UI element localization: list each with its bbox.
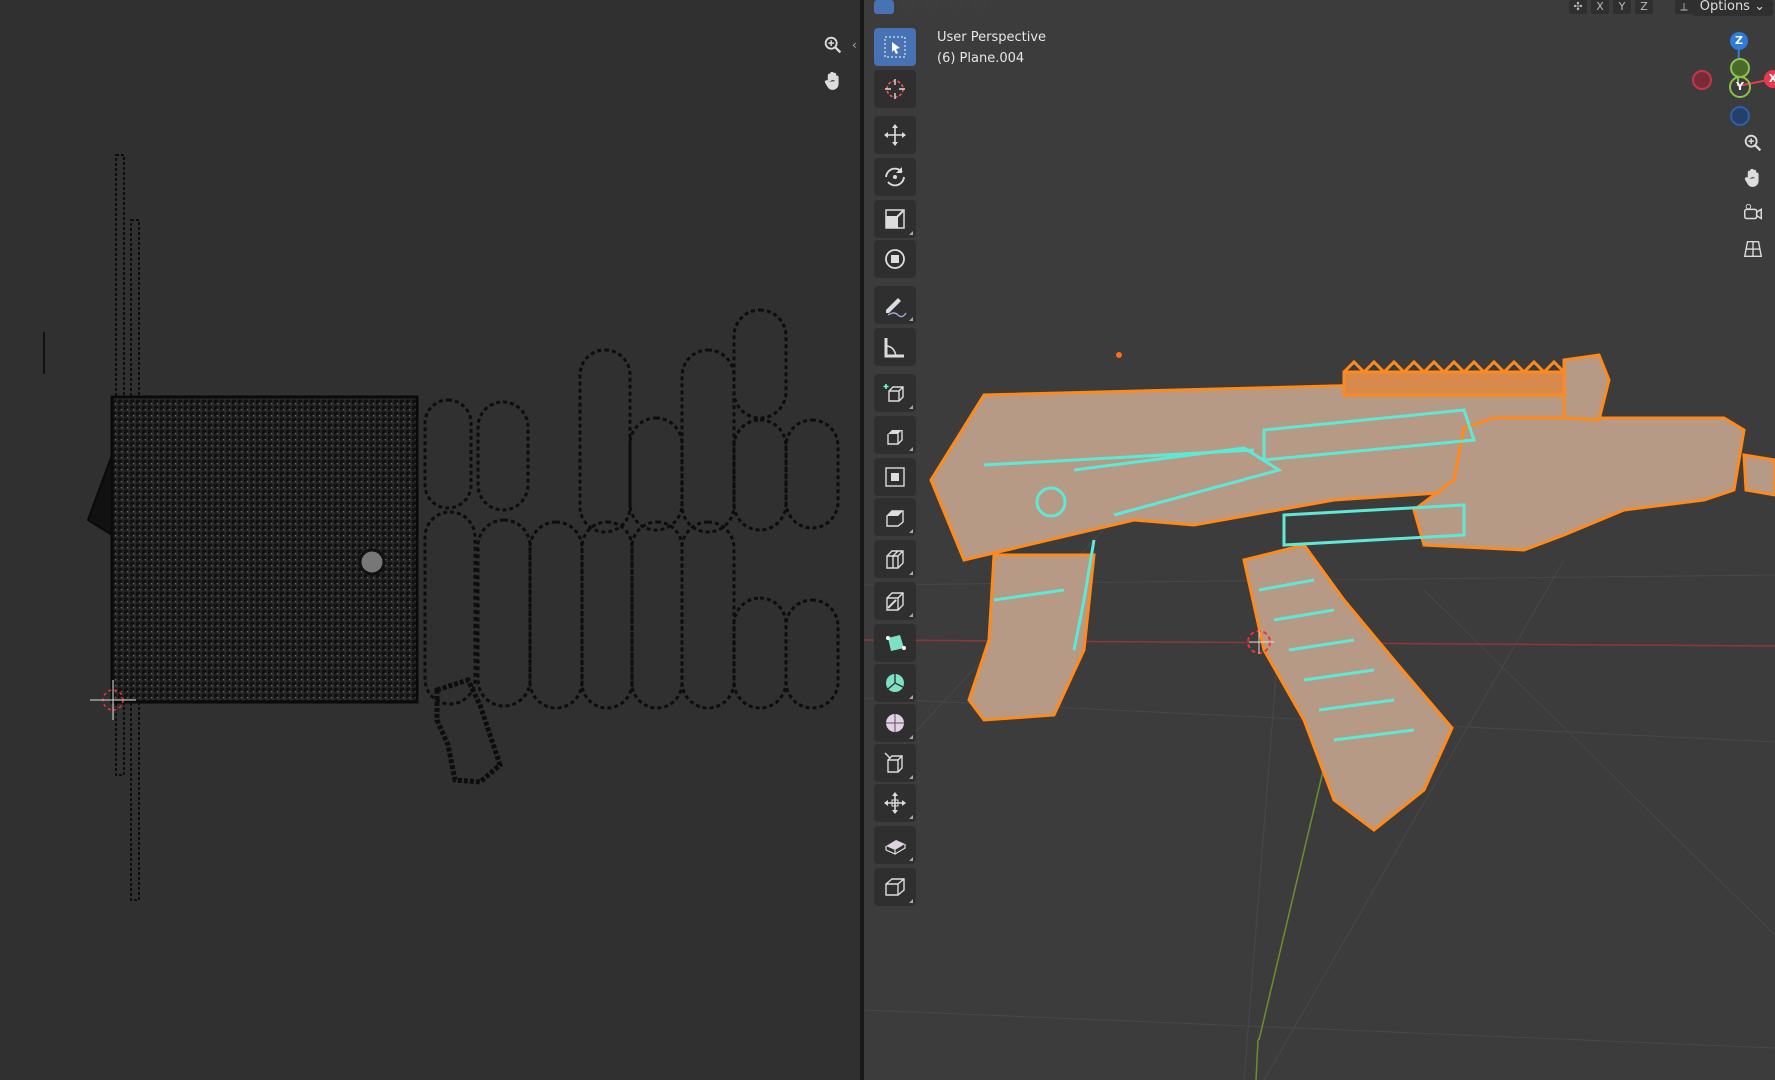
tool-inset[interactable] xyxy=(874,458,916,496)
viewport-scene[interactable] xyxy=(864,0,1775,1080)
rotate-icon xyxy=(885,167,905,187)
move-icon xyxy=(884,124,906,146)
tool-rip-region[interactable] xyxy=(874,868,916,906)
smooth-sphere-icon xyxy=(886,714,904,732)
hand-pan-icon xyxy=(1744,168,1759,187)
cursor-arrow-icon xyxy=(884,36,906,58)
inset-faces-icon xyxy=(885,467,905,487)
gizmo-neg-z-axis[interactable] xyxy=(1730,106,1750,126)
tool-edge-slide[interactable] xyxy=(874,744,916,782)
perspective-toggle-button[interactable] xyxy=(1736,232,1770,266)
camera-view-button[interactable] xyxy=(1736,196,1770,230)
tool-bevel[interactable] xyxy=(874,498,916,536)
tool-annotate[interactable] xyxy=(874,286,916,324)
hand-pan-icon xyxy=(824,71,839,90)
transform-icon xyxy=(885,249,905,269)
tool-move[interactable] xyxy=(874,116,916,154)
rip-region-icon xyxy=(885,878,905,896)
tool-smooth[interactable] xyxy=(874,704,916,742)
tool-add-cube[interactable] xyxy=(874,374,916,412)
gizmo-y-axis[interactable]: Y xyxy=(1729,76,1751,98)
tool-shear[interactable] xyxy=(874,826,916,864)
viewport-pan-button[interactable] xyxy=(1736,161,1770,195)
select-extend-button[interactable] xyxy=(898,0,918,14)
gizmo-x-axis[interactable]: X xyxy=(1764,70,1775,88)
uv-islands-canvas[interactable] xyxy=(0,0,860,1080)
poly-build-icon xyxy=(886,635,906,651)
edge-slide-icon xyxy=(884,752,903,773)
snap-icon[interactable]: ⟂ xyxy=(1675,0,1693,14)
uv-zoom-button[interactable] xyxy=(816,28,850,62)
spin-icon xyxy=(886,674,904,692)
view-name: User Perspective xyxy=(937,30,1047,45)
tool-poly-build[interactable] xyxy=(874,624,916,662)
grid-perspective-icon xyxy=(1743,240,1763,258)
select-mode-buttons xyxy=(874,0,990,14)
uv-pan-button[interactable] xyxy=(816,64,850,98)
tool-scale[interactable] xyxy=(874,200,916,238)
add-cube-icon xyxy=(883,384,904,402)
tool-cursor[interactable] xyxy=(874,70,916,108)
gizmo-neg-x-axis[interactable] xyxy=(1692,70,1712,90)
uv-editor-panel[interactable]: ‹ xyxy=(0,0,860,1080)
scale-icon xyxy=(885,209,905,229)
select-invert-button[interactable] xyxy=(946,0,966,14)
extrude-icon xyxy=(887,430,903,445)
3d-viewport[interactable]: X Y Z ✣ ⟂ Options ⌄ User Perspective (6)… xyxy=(864,0,1775,1080)
gizmo-z-axis[interactable]: Z xyxy=(1730,32,1748,50)
active-object-name: (6) Plane.004 xyxy=(937,51,1025,66)
3d-cursor-icon xyxy=(885,79,905,99)
tool-shrink-fatten[interactable] xyxy=(874,784,916,822)
knife-icon xyxy=(886,592,904,611)
tool-spin[interactable] xyxy=(874,664,916,702)
tool-transform[interactable] xyxy=(874,240,916,278)
mirror-x-button[interactable]: X xyxy=(1591,0,1609,14)
tool-select-box[interactable] xyxy=(874,28,916,66)
annotate-pencil-icon xyxy=(886,298,907,318)
object-origin xyxy=(1116,352,1122,358)
tool-extrude[interactable] xyxy=(874,416,916,454)
select-intersect-button[interactable] xyxy=(970,0,990,14)
select-new-button[interactable] xyxy=(874,0,894,14)
zoom-icon xyxy=(824,36,842,54)
measure-ruler-icon xyxy=(884,338,904,358)
camera-icon xyxy=(1744,203,1762,220)
shear-icon xyxy=(885,840,906,855)
shrink-fatten-icon xyxy=(884,792,906,814)
tool-loop-cut[interactable] xyxy=(874,540,916,578)
bevel-icon xyxy=(886,510,904,527)
butterfly-icon[interactable]: ✣ xyxy=(1569,0,1587,14)
tool-knife[interactable] xyxy=(874,582,916,620)
zoom-icon xyxy=(1744,134,1762,152)
tool-rotate[interactable] xyxy=(874,158,916,196)
select-subtract-button[interactable] xyxy=(922,0,942,14)
collapse-arrow-icon[interactable]: ‹ xyxy=(852,38,857,52)
navigation-gizmo[interactable]: Z X Y xyxy=(1678,28,1775,126)
loop-cut-icon xyxy=(886,550,904,569)
gizmo-neg-y-axis[interactable] xyxy=(1730,58,1750,78)
viewport-zoom-button[interactable] xyxy=(1736,126,1770,160)
mirror-z-button[interactable]: Z xyxy=(1635,0,1653,14)
options-dropdown[interactable]: Options ⌄ xyxy=(1691,0,1773,16)
tool-measure[interactable] xyxy=(874,328,916,366)
mirror-y-button[interactable]: Y xyxy=(1613,0,1631,14)
y-axis-line xyxy=(1255,1039,1259,1080)
